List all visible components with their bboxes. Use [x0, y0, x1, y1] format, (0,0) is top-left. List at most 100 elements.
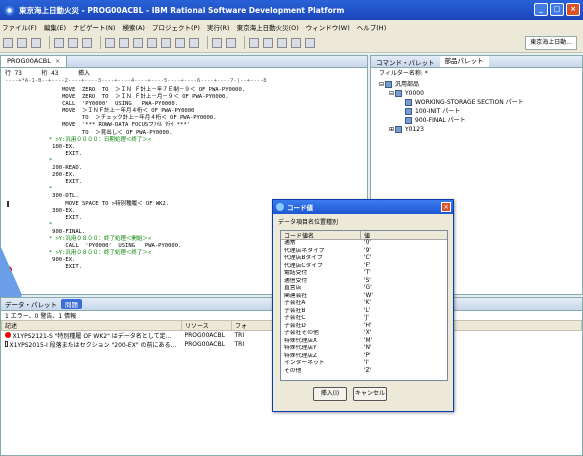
menubar: ファイル(F) 編集(E) ナビゲート(N) 検索(A) プロジェクト(P) 実…: [0, 20, 583, 33]
tool-icon[interactable]: [189, 37, 199, 48]
code-name: 通信受付: [284, 277, 308, 284]
perspective-switcher[interactable]: 東京海上日動...: [525, 36, 577, 50]
menu-window[interactable]: ウィンドウ(W): [306, 22, 350, 32]
tool-icon[interactable]: [305, 37, 315, 48]
menu-custom[interactable]: 東京海上日動火災(O): [237, 22, 299, 32]
code-line[interactable]: MOVE ZERO TO ＞ＩＮ Ｆ計上－月－９＜ OF PWA-PY0000.: [29, 94, 367, 101]
menu-project[interactable]: プロジェクト(P): [152, 22, 200, 32]
code-line[interactable]: *: [29, 158, 367, 165]
tool-icon[interactable]: [263, 37, 273, 48]
menu-navigate[interactable]: ナビゲート(N): [73, 22, 115, 32]
code-line[interactable]: EXIT.: [29, 179, 367, 186]
dialog-close-button[interactable]: ×: [441, 202, 451, 212]
tree-node[interactable]: ⊞ Y0123: [379, 125, 582, 134]
list-item[interactable]: 通常 '0': [281, 240, 447, 248]
tool-icon[interactable]: [175, 37, 185, 48]
insert-button[interactable]: 挿入(I): [313, 387, 347, 401]
tool-icon[interactable]: [147, 37, 157, 48]
code-line[interactable]: EXIT.: [29, 151, 367, 158]
menu-file[interactable]: ファイル(F): [2, 22, 37, 32]
problem-resource: PROG00ACBL: [184, 341, 225, 348]
list-item[interactable]: 特殊代理店X 'M': [281, 338, 447, 346]
tool-icon[interactable]: [226, 37, 236, 48]
list-item[interactable]: 代理店ネタイプ '9': [281, 248, 447, 256]
code-line[interactable]: TO ＞見出し＜ OF PWA-PY0000.: [29, 130, 367, 137]
print-icon[interactable]: [31, 37, 41, 48]
code-line[interactable]: MOVE '*** ROWW-DATA FOCUSフｧｲﾙ ﾀﾃｲ ***': [29, 122, 367, 129]
list-item[interactable]: 代理店Bタイプ 'C': [281, 255, 447, 263]
code-name: 代理店Cタイプ: [284, 262, 323, 269]
list-item[interactable]: 特殊代理店Y 'N': [281, 345, 447, 353]
tool-icon[interactable]: [105, 37, 115, 48]
column-header-resource[interactable]: リソース: [181, 320, 232, 331]
tool-icon[interactable]: [161, 37, 171, 48]
list-header: コード値名 値: [281, 231, 447, 240]
list-item[interactable]: 電話受付 'T': [281, 270, 447, 278]
menu-help[interactable]: ヘルプ(H): [357, 22, 386, 32]
list-item[interactable]: 特殊代理店Z 'P': [281, 353, 447, 361]
code-name: 子会社その他: [284, 330, 319, 336]
list-item[interactable]: 通信受付 'S': [281, 278, 447, 286]
code-line[interactable]: 200-EX.: [29, 172, 367, 179]
maximize-button[interactable]: □: [550, 3, 564, 16]
close-button[interactable]: ×: [566, 3, 580, 16]
folder-icon: [385, 81, 392, 88]
menu-search[interactable]: 検索(A): [122, 22, 145, 32]
column-header-code-name[interactable]: コード値名: [281, 231, 361, 240]
minimize-button[interactable]: _: [534, 3, 548, 16]
tree-node[interactable]: WORKING-STORAGE SECTION パート: [379, 98, 582, 107]
tool-icon[interactable]: [54, 37, 64, 48]
tree-node[interactable]: 900-FINAL パート: [379, 116, 582, 125]
column-header-value[interactable]: 値: [361, 231, 370, 240]
code-value: 'Z': [364, 367, 372, 374]
tab-problems[interactable]: 問題: [61, 299, 82, 309]
cancel-button[interactable]: キャンセル: [353, 387, 387, 401]
list-item[interactable]: 子会社B 'L': [281, 308, 447, 316]
column-header-description[interactable]: 記述: [1, 320, 182, 331]
tab-data-palette[interactable]: データ・パレット: [1, 299, 61, 309]
code-name: 通常: [284, 240, 296, 246]
list-item[interactable]: 子会社D 'H': [281, 323, 447, 331]
tool-icon[interactable]: [82, 37, 92, 48]
tool-icon[interactable]: [277, 37, 287, 48]
tree-node[interactable]: ⊟ Y0000: [379, 89, 582, 98]
list-item[interactable]: 子会社その他 'X': [281, 330, 447, 338]
list-item[interactable]: その他 'Z': [281, 368, 447, 376]
code-line[interactable]: 100-EX.: [29, 144, 367, 151]
code-name: 電話受付: [284, 270, 308, 276]
list-item[interactable]: 関連会社 'W': [281, 293, 447, 301]
menu-run[interactable]: 実行(R): [207, 22, 230, 32]
list-item[interactable]: インターネット 'I': [281, 360, 447, 368]
list-item[interactable]: 子会社A 'K': [281, 300, 447, 308]
save-icon[interactable]: [17, 37, 27, 48]
code-value: 'G': [364, 285, 372, 291]
tool-icon[interactable]: [291, 37, 301, 48]
list-item[interactable]: 代理店Cタイプ 'F': [281, 263, 447, 271]
code-name: 関連会社: [284, 292, 308, 299]
list-item[interactable]: 子会社C 'J': [281, 315, 447, 323]
list-item[interactable]: 直営店 'G': [281, 285, 447, 293]
code-line[interactable]: * >Y:汎用００００：日期処理＜終了＞<: [29, 137, 367, 144]
toolbar-separator: [100, 36, 101, 49]
editor-tab[interactable]: PROG00ACBL ×: [1, 56, 68, 67]
search-icon[interactable]: [212, 37, 222, 48]
tree-node[interactable]: 100-INIT パート: [379, 107, 582, 116]
code-line[interactable]: 200-READ.: [29, 165, 367, 172]
tab-command-palette[interactable]: コマンド・パレット: [371, 57, 440, 67]
error-icon: [4, 332, 11, 338]
close-icon[interactable]: ×: [55, 57, 60, 65]
tool-icon[interactable]: [133, 37, 143, 48]
filter-label: フィルター名称: *: [379, 70, 428, 77]
code-line[interactable]: *: [29, 186, 367, 193]
tool-icon[interactable]: [249, 37, 259, 48]
tree-node-label: Y0000: [405, 90, 424, 97]
menu-edit[interactable]: 編集(E): [44, 22, 66, 32]
code-name: 代理店Bタイプ: [284, 255, 323, 261]
new-icon[interactable]: [3, 37, 13, 48]
code-value: 'F': [364, 262, 371, 269]
tree-node[interactable]: ⊟ 汎用部品: [379, 80, 582, 89]
tab-parts-palette[interactable]: 部品パレット: [439, 56, 489, 67]
tool-icon[interactable]: [119, 37, 129, 48]
tool-icon[interactable]: [68, 37, 78, 48]
toolbar-separator: [207, 36, 208, 49]
